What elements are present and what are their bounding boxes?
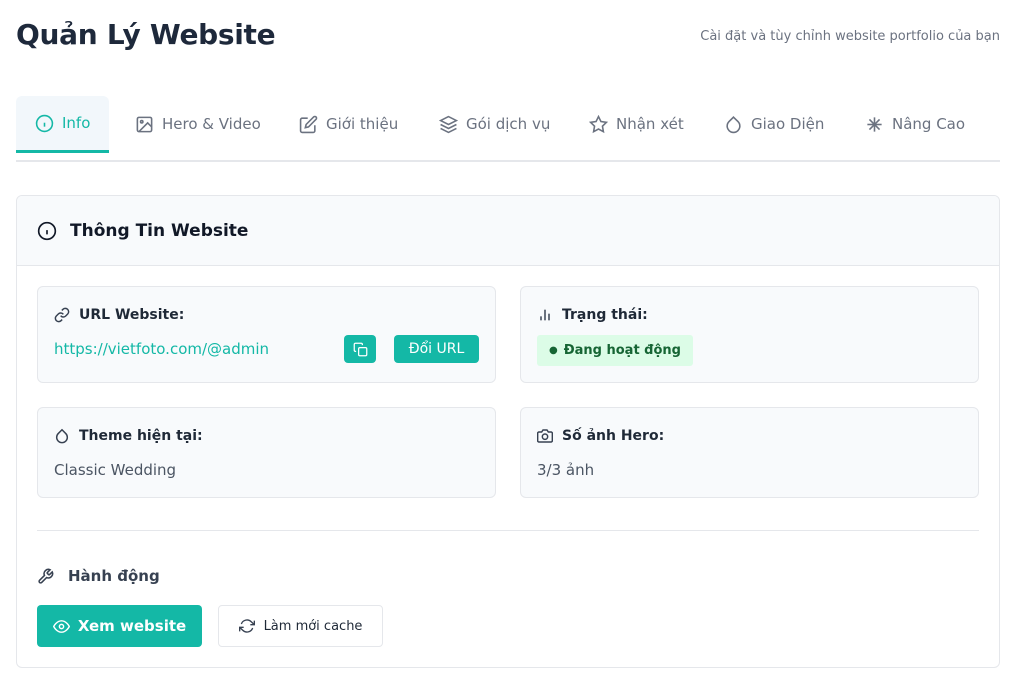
view-website-button[interactable]: Xem website (37, 605, 202, 647)
theme-value: Classic Wedding (54, 461, 177, 479)
layers-icon (439, 115, 458, 133)
website-info-card: Thông Tin Website URL Website: https://v… (16, 195, 1000, 668)
tab-label: Gói dịch vụ (466, 115, 551, 133)
status-box: Trạng thái: ● Đang hoạt động (520, 286, 979, 383)
droplet-icon (55, 428, 69, 444)
actions-label: Hành động (37, 567, 160, 585)
card-header: Thông Tin Website (17, 196, 999, 266)
tab-label: Info (62, 114, 91, 132)
copy-icon (353, 342, 367, 356)
status-badge: ● Đang hoạt động (537, 335, 693, 366)
edit-icon (299, 115, 318, 133)
website-url-link[interactable]: https://vietfoto.com/@admin (54, 340, 269, 358)
status-dot: ● (549, 344, 558, 356)
tab-goi-dich-vu[interactable]: Gói dịch vụ (439, 96, 550, 152)
hero-count-box: Số ảnh Hero: 3/3 ảnh (520, 407, 979, 498)
tab-giao-dien[interactable]: Giao Diện (724, 96, 824, 152)
tab-label: Giới thiệu (326, 115, 399, 133)
droplet-icon (726, 115, 741, 133)
bar-chart-icon (540, 309, 550, 321)
hero-count-value: 3/3 ảnh (537, 461, 595, 479)
sparkle-icon (867, 116, 882, 132)
tab-label: Hero & Video (162, 115, 261, 133)
tab-label: Nhận xét (616, 115, 684, 133)
hero-count-label: Số ảnh Hero: (537, 428, 664, 444)
camera-icon (537, 429, 553, 443)
url-box: URL Website: https://vietfoto.com/@admin… (37, 286, 496, 383)
copy-url-button[interactable] (344, 335, 376, 363)
change-url-button[interactable]: Đổi URL (394, 335, 479, 363)
url-value: https://vietfoto.com/@admin (54, 340, 269, 358)
tab-hero-video[interactable]: Hero & Video (135, 96, 261, 152)
tab-label: Nâng Cao (892, 115, 966, 133)
theme-label: Theme hiện tại: (54, 428, 203, 444)
refresh-icon (238, 619, 255, 633)
star-icon (589, 114, 608, 133)
image-icon (136, 116, 153, 132)
url-label: URL Website: (54, 307, 184, 323)
page-subtitle: Cài đặt và tùy chỉnh website portfolio c… (700, 29, 1000, 44)
tab-nang-cao[interactable]: Nâng Cao (865, 96, 965, 152)
divider (37, 530, 979, 531)
tab-info[interactable]: Info (16, 96, 110, 153)
tab-label: Giao Diện (751, 115, 825, 133)
info-icon (35, 114, 54, 132)
card-title: Thông Tin Website (70, 220, 249, 241)
page-title: Quản Lý Website (16, 18, 276, 51)
status-label: Trạng thái: (537, 307, 648, 323)
tab-bar: Info Hero & Video Giới thiệu Gói dịch vụ… (16, 96, 1000, 162)
tab-nhan-xet[interactable]: Nhận xét (589, 96, 684, 152)
tab-gioi-thieu[interactable]: Giới thiệu (299, 96, 398, 152)
link-icon (54, 307, 70, 323)
wrench-icon (38, 568, 54, 584)
refresh-cache-button[interactable]: Làm mới cache (218, 605, 383, 647)
info-icon (37, 221, 57, 240)
eye-icon (52, 619, 70, 633)
theme-box: Theme hiện tại: Classic Wedding (37, 407, 496, 498)
